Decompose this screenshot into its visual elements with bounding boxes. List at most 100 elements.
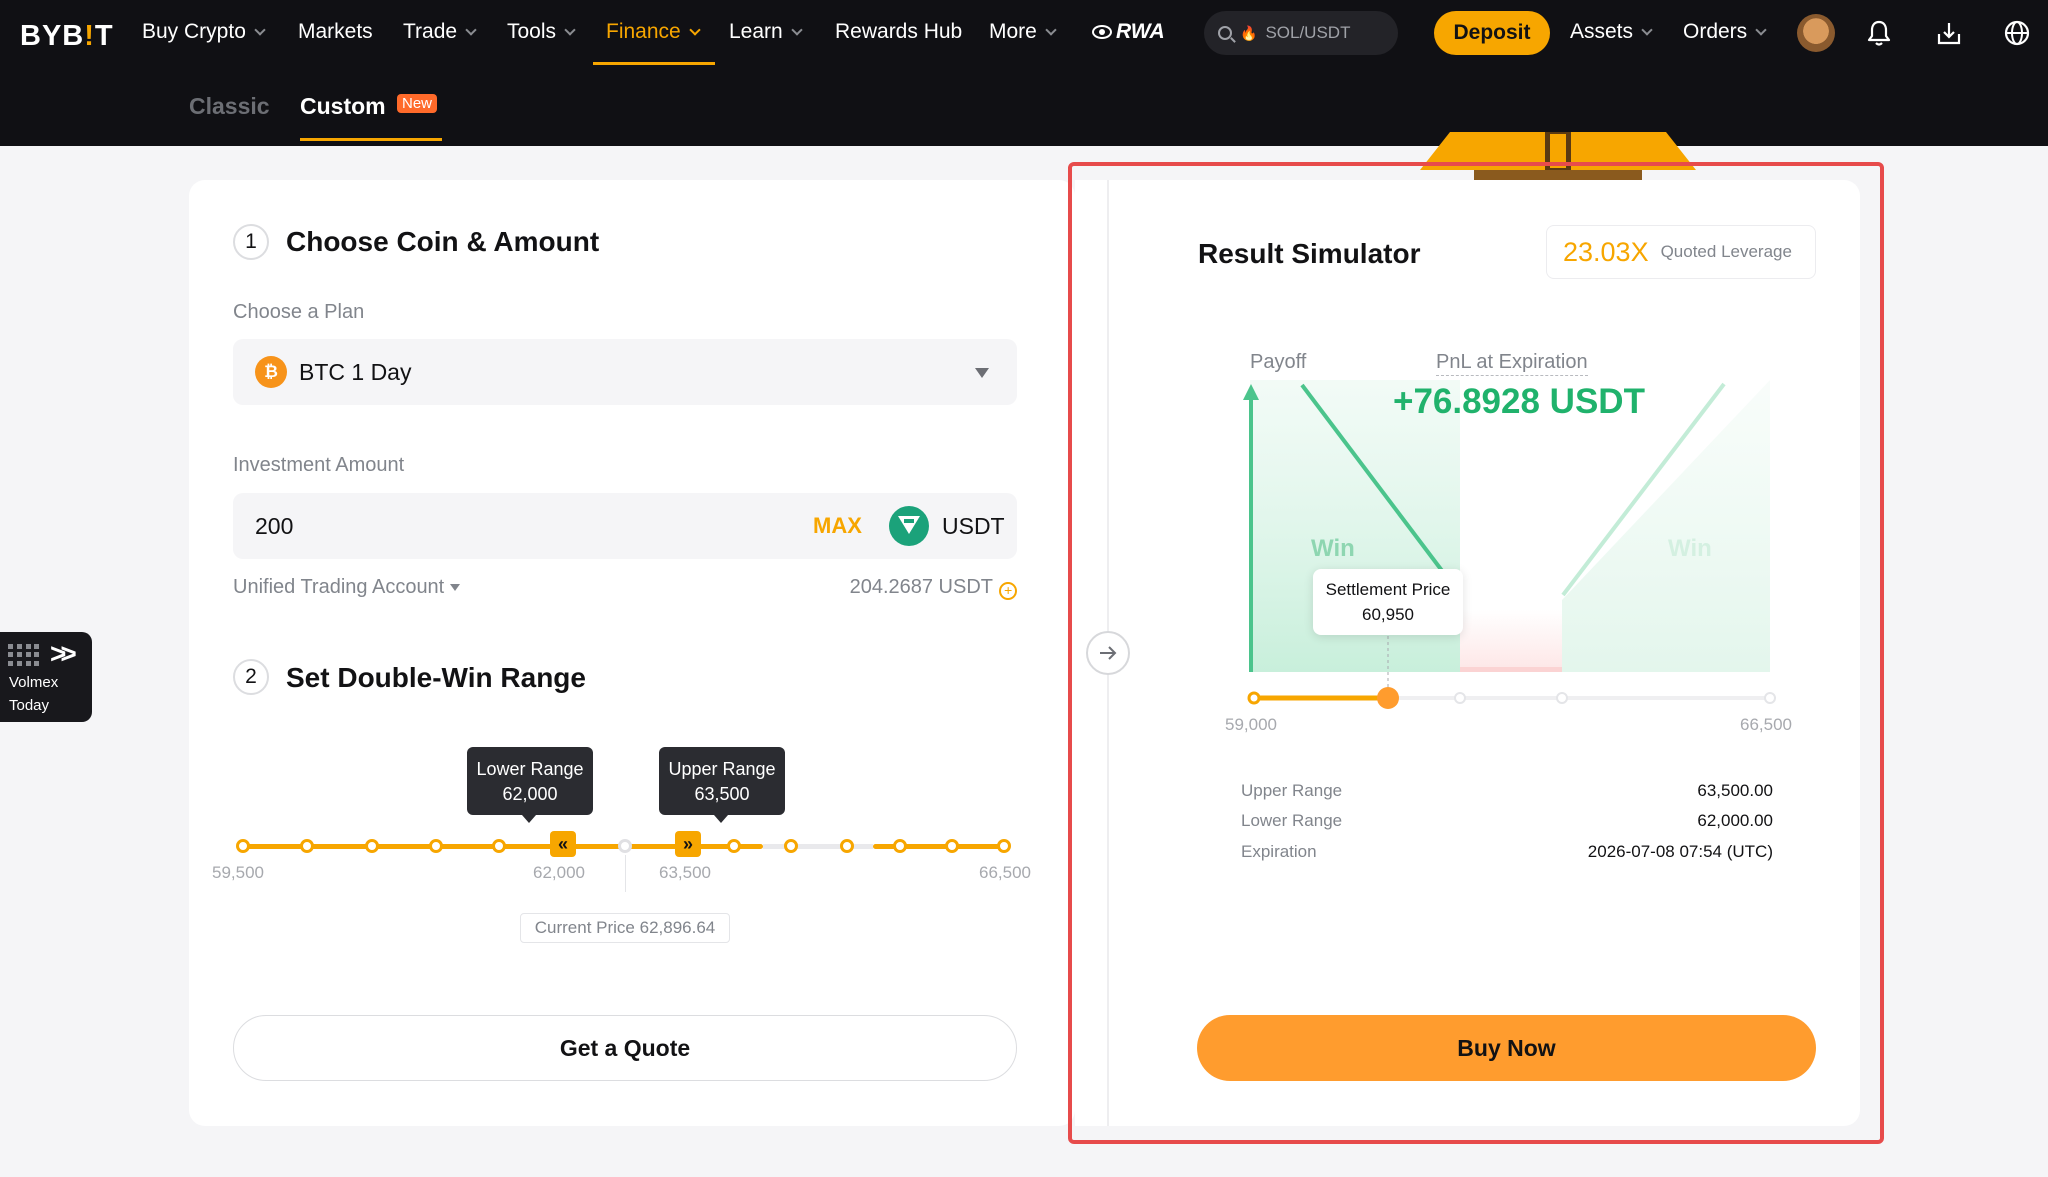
new-badge: New [397,94,438,113]
nav-more[interactable]: More [989,20,1057,44]
range-axis-min: 59,500 [212,863,264,882]
deposit-button[interactable]: Deposit [1434,11,1550,55]
settlement-slider-tick[interactable] [1454,692,1466,704]
range-axis-lower: 62,000 [533,863,585,882]
chevron-down-icon [1641,24,1653,36]
lower-range-label: Lower Range [1241,811,1343,830]
range-tick[interactable] [236,839,250,853]
range-tick[interactable] [492,839,506,853]
chevron-down-icon [254,24,266,36]
nav-markets[interactable]: Markets [298,20,373,44]
win-label-right: Win [1668,535,1712,562]
caret-down-icon [975,368,989,378]
range-tick[interactable] [618,839,632,853]
tab-custom[interactable]: Custom [300,93,386,120]
simulator-axis-max: 66,500 [1740,715,1792,734]
settlement-slider-handle[interactable] [1377,687,1399,709]
bell-icon[interactable] [1864,18,1894,48]
nav-assets[interactable]: Assets [1570,20,1653,44]
range-tick[interactable] [945,839,959,853]
range-tick[interactable] [997,839,1011,853]
top-navigation: BYB!T Buy Crypto Markets Trade Tools Fin… [0,0,2048,66]
avatar[interactable] [1797,14,1835,52]
simulator-axis-min: 59,000 [1225,715,1277,734]
settlement-price-tooltip: Settlement Price 60,950 [1313,569,1463,635]
current-price-label: Current Price 62,896.64 [520,913,730,943]
lower-range-handle[interactable]: « [550,831,576,857]
settlement-slider-tick[interactable] [1764,692,1776,704]
investment-amount-input[interactable] [255,493,755,559]
nav-buy-crypto[interactable]: Buy Crypto [142,20,266,44]
finance-subnav: Classic Custom New [0,66,2048,212]
nav-active-underline [593,62,715,65]
expiration-value: 2026-07-08 07:54 (UTC) [1587,842,1773,861]
settlement-slider-tick[interactable] [1556,692,1568,704]
range-track-middle [763,844,873,849]
nav-trade[interactable]: Trade [403,20,477,44]
leverage-value: 23.03X [1563,236,1649,267]
max-button[interactable]: MAX [813,513,862,539]
range-tick[interactable] [365,839,379,853]
range-axis-max: 66,500 [979,863,1031,882]
buy-now-button[interactable]: Buy Now [1197,1015,1816,1081]
win-zone-right [1562,380,1770,672]
range-tick[interactable] [784,839,798,853]
caret-down-icon [450,584,461,592]
search-bar[interactable]: 🔥 SOL/USDT [1204,11,1398,55]
pnl-at-expiration-label[interactable]: PnL at Expiration [1436,351,1588,376]
account-selector[interactable]: Unified Trading Account [233,576,461,599]
range-tick[interactable] [840,839,854,853]
loss-zone-baseline [1460,667,1562,672]
nav-orders[interactable]: Orders [1683,20,1767,44]
nav-learn[interactable]: Learn [729,20,803,44]
settlement-slider-tick[interactable] [1247,691,1261,705]
tab-classic[interactable]: Classic [189,93,270,120]
volmex-title: Volmex [9,674,59,691]
plan-select[interactable]: ₿ BTC 1 Day [233,339,1017,405]
nav-finance[interactable]: Finance [606,20,701,44]
globe-icon[interactable] [2002,18,2032,48]
volmex-widget[interactable]: >> Volmex Today [0,632,92,722]
lower-range-value: 62,000.00 [1697,811,1773,830]
investment-amount-field: MAX USDT [233,493,1017,559]
eye-icon [1092,25,1112,39]
currency-label: USDT [942,513,1005,539]
step-number-1: 1 [233,224,269,260]
range-axis-upper: 63,500 [659,863,711,882]
arrow-right-icon [1100,646,1117,660]
usdt-icon [889,506,929,546]
investment-amount-label: Investment Amount [233,454,405,476]
settlement-price-value: 60,950 [1362,605,1414,624]
grid-icon [8,644,40,666]
available-balance: 204.2687 USDT + [850,576,1017,600]
range-tick[interactable] [893,839,907,853]
fire-icon: 🔥 [1240,24,1258,41]
step-title-double-win-range: Set Double-Win Range [286,662,586,693]
range-tick[interactable] [300,839,314,853]
upper-range-handle[interactable]: » [675,831,701,857]
range-tick[interactable] [727,839,741,853]
pnl-value: +76.8928 USDT [1393,382,1645,421]
upper-range-value: 63,500.00 [1697,781,1773,800]
settlement-price-label: Settlement Price [1325,580,1451,599]
plan-label: Choose a Plan [233,301,365,323]
bybit-logo[interactable]: BYB!T [20,20,114,53]
nav-rewards-hub[interactable]: Rewards Hub [835,20,962,44]
download-icon[interactable] [1934,18,1964,48]
expiration-label: Expiration [1241,842,1317,861]
plus-circle-icon[interactable]: + [999,582,1017,600]
range-tick[interactable] [429,839,443,853]
leverage-label: Quoted Leverage [1660,242,1792,261]
subnav-active-underline [300,138,442,141]
upper-range-tooltip-value: 63,500 [694,784,750,804]
chevron-down-icon [564,24,576,36]
arrow-right-button[interactable] [1086,631,1130,675]
get-quote-button[interactable]: Get a Quote [233,1015,1017,1081]
payoff-axis-label: Payoff [1250,351,1307,373]
step-title-coin-amount: Choose Coin & Amount [286,226,600,257]
nav-rwa[interactable]: RWA [1092,20,1165,44]
simulator-title: Result Simulator [1198,238,1421,269]
step-number-2: 2 [233,659,269,695]
nav-tools[interactable]: Tools [507,20,576,44]
upper-range-tooltip: Upper Range 63,500 [659,747,785,823]
